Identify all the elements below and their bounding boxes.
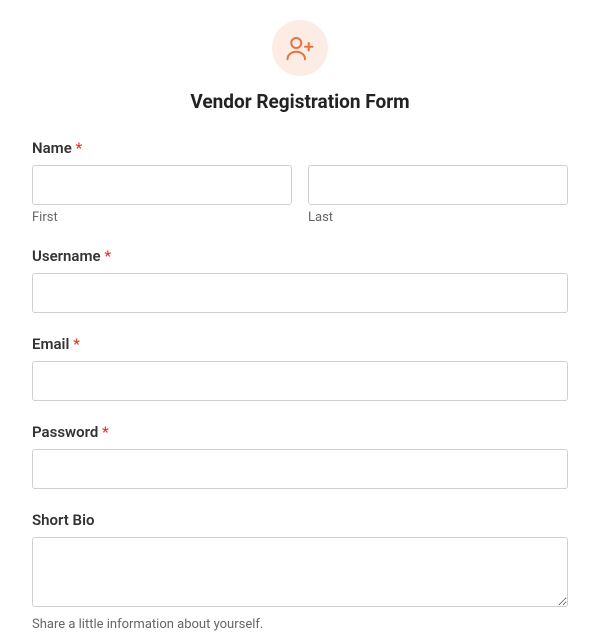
name-label-text: Name — [32, 139, 72, 157]
page-title: Vendor Registration Form — [32, 90, 568, 113]
password-field: Password * — [32, 423, 568, 489]
bio-field: Short Bio Share a little information abo… — [32, 511, 568, 632]
username-label-text: Username — [32, 247, 101, 265]
last-name-input[interactable] — [308, 165, 568, 205]
name-field: Name * First Last — [32, 139, 568, 225]
header-icon-wrap — [32, 20, 568, 76]
last-name-sublabel: Last — [308, 210, 568, 225]
password-label: Password * — [32, 423, 568, 441]
password-input[interactable] — [32, 449, 568, 489]
first-name-input[interactable] — [32, 165, 292, 205]
email-label: Email * — [32, 335, 568, 353]
bio-textarea[interactable] — [32, 537, 568, 607]
email-input[interactable] — [32, 361, 568, 401]
required-mark: * — [73, 335, 80, 353]
bio-helper: Share a little information about yoursel… — [32, 617, 568, 632]
required-mark: * — [102, 423, 109, 441]
add-user-icon — [272, 20, 328, 76]
name-label: Name * — [32, 139, 568, 157]
required-mark: * — [104, 247, 111, 265]
email-field: Email * — [32, 335, 568, 401]
bio-label: Short Bio — [32, 511, 568, 529]
username-label: Username * — [32, 247, 568, 265]
username-field: Username * — [32, 247, 568, 313]
first-name-sublabel: First — [32, 210, 292, 225]
password-label-text: Password — [32, 423, 98, 441]
required-mark: * — [76, 139, 83, 157]
email-label-text: Email — [32, 335, 69, 353]
username-input[interactable] — [32, 273, 568, 313]
